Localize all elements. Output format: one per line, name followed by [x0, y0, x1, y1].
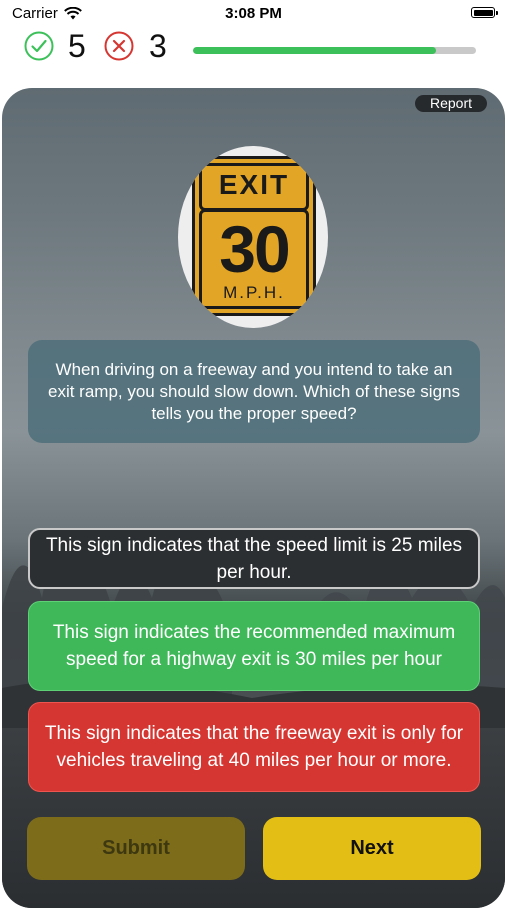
- x-circle-icon: [104, 31, 134, 61]
- question-text: When driving on a freeway and you intend…: [28, 340, 480, 443]
- correct-count: 5: [68, 28, 86, 64]
- answer-option-2[interactable]: This sign indicates the recommended maxi…: [28, 601, 480, 691]
- sign-speed-unit: M.P.H.: [223, 283, 285, 302]
- exit-speed-sign: EXIT 30 M.P.H.: [192, 156, 316, 316]
- submit-button[interactable]: Submit: [27, 817, 245, 880]
- progress-fill: [193, 47, 437, 54]
- sign-speed-panel: 30 M.P.H.: [199, 209, 309, 309]
- sign-exit-text: EXIT: [199, 163, 309, 211]
- answer-option-3-label: This sign indicates that the freeway exi…: [44, 723, 464, 771]
- report-button[interactable]: Report: [415, 95, 487, 112]
- answer-option-1[interactable]: This sign indicates that the speed limit…: [28, 528, 480, 589]
- answer-option-3[interactable]: This sign indicates that the freeway exi…: [28, 702, 480, 792]
- answer-option-1-label: This sign indicates that the speed limit…: [45, 534, 463, 583]
- progress-bar: [193, 47, 476, 54]
- next-button[interactable]: Next: [263, 817, 481, 880]
- status-time: 3:08 PM: [225, 5, 282, 22]
- question-image: EXIT 30 M.P.H.: [178, 146, 328, 328]
- answer-option-2-label: This sign indicates the recommended maxi…: [52, 622, 456, 670]
- check-circle-icon: [24, 31, 54, 61]
- status-bar: Carrier 3:08 PM: [0, 0, 507, 28]
- wrong-count: 3: [149, 28, 167, 64]
- battery-icon: [471, 7, 498, 18]
- sign-speed-number: 30: [219, 212, 290, 286]
